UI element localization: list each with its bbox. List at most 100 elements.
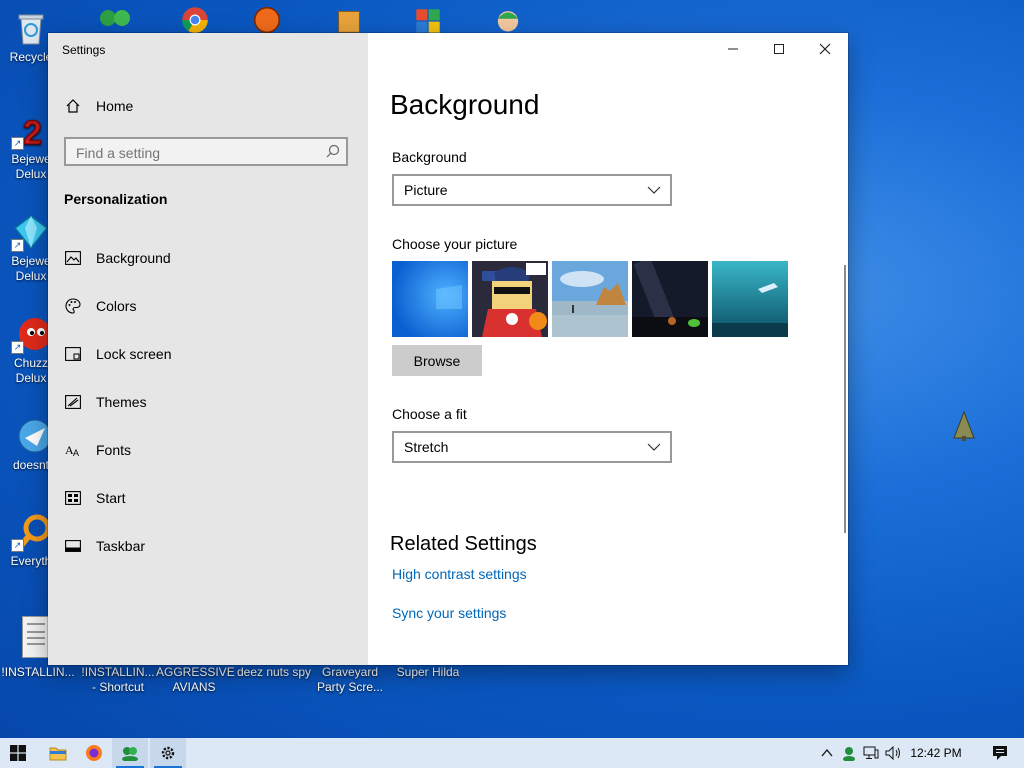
find-setting-search[interactable]: [64, 137, 348, 166]
magnifier-icon: ↗: [11, 512, 51, 552]
start-icon: [64, 489, 82, 507]
game-icon: [253, 6, 281, 34]
picture-thumbnail-beach[interactable]: [552, 261, 628, 337]
desktop-icon-chrome[interactable]: [172, 6, 218, 34]
settings-sidebar: Settings Home Personalization Background: [48, 33, 368, 665]
desktop-icon-label-installin-shortcut[interactable]: !INSTALLIN... - Shortcut: [80, 665, 156, 695]
chevron-down-icon: [638, 443, 670, 451]
desktop-sprite-icon: [952, 410, 976, 447]
related-settings-heading: Related Settings: [390, 533, 537, 555]
sidebar-item-label: Background: [96, 250, 171, 266]
taskbar-firefox[interactable]: [76, 738, 112, 768]
folder-icon: [49, 747, 67, 761]
lock-screen-icon: [64, 345, 82, 363]
page-title: Background: [390, 89, 540, 120]
desktop-icon-label-installin[interactable]: !INSTALLIN...: [0, 665, 76, 680]
volume-icon[interactable]: [882, 746, 906, 760]
fit-dropdown[interactable]: Stretch: [392, 431, 672, 463]
taskbar-file-explorer[interactable]: [40, 738, 76, 768]
sidebar-item-label: Themes: [96, 394, 147, 410]
minimize-button[interactable]: [710, 33, 756, 65]
desktop-icon-windows-tile[interactable]: [408, 8, 448, 34]
content-scrollbar[interactable]: [844, 265, 846, 533]
sidebar-item-label: Taskbar: [96, 538, 146, 554]
firefox-icon: [86, 745, 102, 761]
fit-dropdown-value: Stretch: [404, 439, 449, 455]
chrome-icon: [182, 7, 208, 33]
shortcut-arrow-icon: ↗: [11, 539, 24, 552]
taskbar-icon: [64, 537, 82, 555]
picture-thumbnail-windows[interactable]: [392, 261, 468, 337]
sidebar-home-label: Home: [96, 98, 134, 114]
picture-thumbnail-cartoon[interactable]: [472, 261, 548, 337]
taskbar-people-app[interactable]: [112, 738, 148, 768]
gem-icon: ↗: [11, 212, 51, 252]
background-dropdown-value: Picture: [404, 182, 448, 198]
shortcut-arrow-icon: ↗: [11, 341, 24, 354]
picture-thumbnail-underwater[interactable]: [712, 261, 788, 337]
chevron-up-icon[interactable]: [816, 749, 838, 757]
network-icon[interactable]: [860, 746, 882, 760]
svg-text:A: A: [73, 448, 79, 458]
background-label: Background: [392, 149, 467, 165]
document-icon[interactable]: [22, 616, 50, 658]
desktop-icon-label-aggressive-avians[interactable]: AGGRESSIVE AVIANS: [156, 665, 235, 695]
gear-icon: [161, 746, 175, 760]
sidebar-item-colors[interactable]: Colors: [48, 286, 368, 326]
sidebar-item-label: Colors: [96, 298, 137, 314]
windows-logo-icon: [10, 745, 26, 761]
sidebar-item-taskbar[interactable]: Taskbar: [48, 526, 368, 566]
sidebar-item-themes[interactable]: Themes: [48, 382, 368, 422]
fonts-icon: AA: [64, 441, 82, 459]
desktop-icon-character[interactable]: [486, 6, 530, 34]
shortcut-arrow-icon: ↗: [11, 239, 24, 252]
section-heading: Personalization: [64, 191, 168, 207]
browse-button[interactable]: Browse: [392, 345, 482, 376]
desktop-icon-people[interactable]: [94, 6, 134, 34]
start-button[interactable]: [0, 738, 36, 768]
svg-text:2: 2: [23, 114, 42, 150]
close-icon: [819, 43, 831, 55]
chevron-down-icon: [638, 186, 670, 194]
sidebar-item-lock-screen[interactable]: Lock screen: [48, 334, 368, 374]
desktop-icon-label-deez-nuts-spy[interactable]: deez nuts spy: [234, 665, 314, 680]
search-input[interactable]: [66, 139, 318, 166]
desktop-icon-label-super-hilda[interactable]: Super Hilda: [390, 665, 466, 680]
windows-tile-icon: [416, 9, 440, 33]
background-dropdown[interactable]: Picture: [392, 174, 672, 206]
palette-icon: [64, 297, 82, 315]
taskbar-settings[interactable]: [150, 738, 186, 768]
desktop-icon-label-graveyard-party[interactable]: Graveyard Party Scre...: [312, 665, 388, 695]
app-icon: [11, 416, 52, 456]
bejeweled-2-icon: 2 ↗: [11, 110, 51, 153]
sidebar-item-fonts[interactable]: AA Fonts: [48, 430, 368, 470]
tray-people-icon[interactable]: [838, 745, 860, 761]
desktop-icon-installer[interactable]: [334, 8, 364, 34]
sync-settings-link[interactable]: Sync your settings: [392, 605, 506, 621]
high-contrast-settings-link[interactable]: High contrast settings: [392, 566, 527, 582]
minimize-icon: [728, 48, 738, 50]
sidebar-item-start[interactable]: Start: [48, 478, 368, 518]
system-tray: 12:42 PM: [816, 738, 1020, 768]
people-icon: [122, 747, 138, 761]
installer-icon: [338, 11, 360, 33]
search-icon: [326, 144, 340, 163]
desktop-icon-game[interactable]: [250, 6, 284, 34]
home-icon: [64, 97, 82, 115]
sidebar-item-background[interactable]: Background: [48, 238, 368, 278]
notification-icon[interactable]: [980, 745, 1020, 761]
clock[interactable]: 12:42 PM: [906, 746, 966, 760]
people-icon: [100, 10, 130, 26]
window-title: Settings: [62, 43, 106, 57]
sidebar-home[interactable]: Home: [48, 86, 368, 126]
choose-picture-label: Choose your picture: [392, 236, 518, 252]
maximize-button[interactable]: [756, 33, 802, 65]
choose-fit-label: Choose a fit: [392, 406, 467, 422]
picture-thumbnail-night-sky[interactable]: [632, 261, 708, 337]
taskbar: 12:42 PM: [0, 738, 1024, 768]
character-icon: [497, 11, 519, 32]
chuzzle-icon: ↗: [11, 314, 51, 354]
maximize-icon: [774, 44, 784, 54]
picture-icon: [64, 249, 82, 267]
close-button[interactable]: [802, 33, 848, 65]
